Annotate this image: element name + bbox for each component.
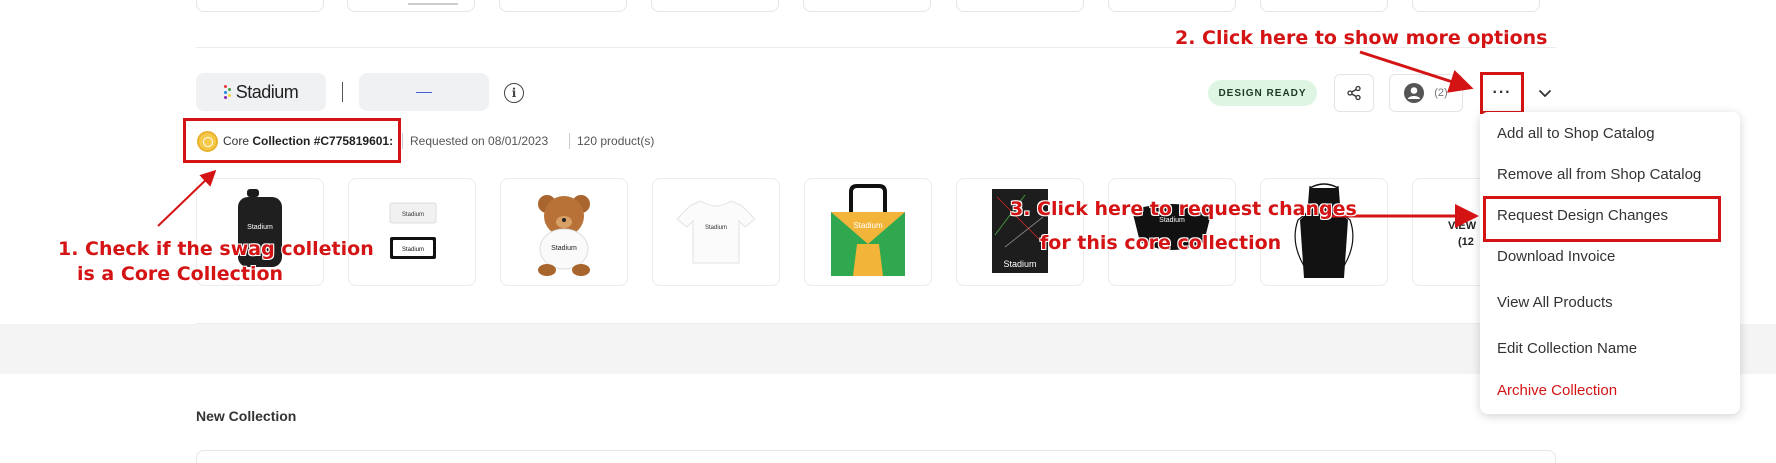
annotation-step3-line1: 3. Click here to request changes [1010, 198, 1357, 220]
annotation-step1-line1: 1. Check if the swag colletion [58, 238, 374, 260]
annotation-arrows [157, 50, 1479, 228]
collections-page: Stadium i DESIGN READY (2) ··· Core Coll… [0, 0, 1776, 463]
annotation-step2: 2. Click here to show more options [1175, 27, 1548, 49]
annotation-step3-line2: for this core collection [1040, 232, 1282, 254]
annotation-step1-line2: is a Core Collection [77, 263, 284, 285]
arrow-step2 [1359, 50, 1474, 93]
arrow-step1 [157, 169, 217, 227]
